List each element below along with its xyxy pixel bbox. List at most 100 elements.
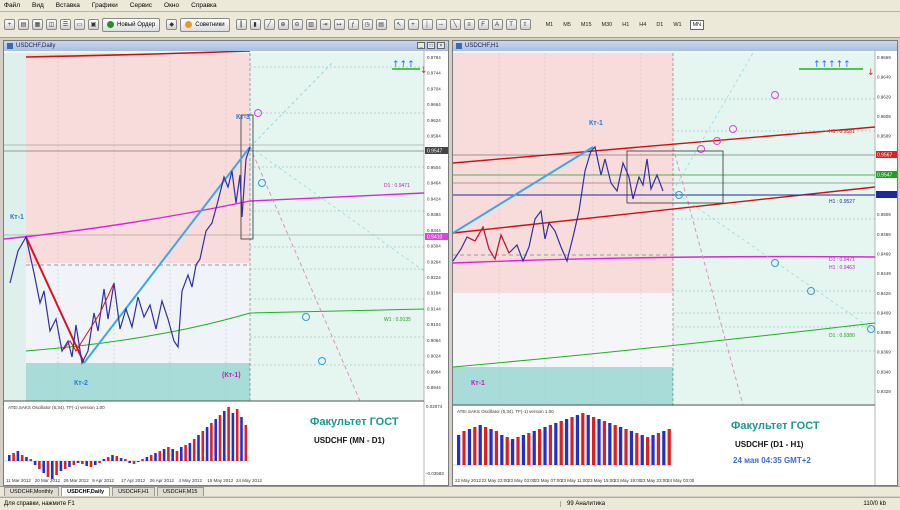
oscillator-bar: [613, 425, 617, 465]
oscillator-bar: [20, 455, 24, 461]
chart-window-h1[interactable]: USDCHF,H1 0.9669 0.9649 0.9629 0.9609 0.…: [452, 40, 898, 486]
price-tick-label: 0.9424: [427, 196, 441, 201]
price-tick-label: 0.9629: [877, 94, 891, 99]
close-icon[interactable]: ×: [437, 42, 445, 49]
tile-icon[interactable]: ▥: [305, 19, 317, 30]
new-chart-icon[interactable]: +: [4, 19, 15, 30]
timeframe-bar: M1 M5 M15 M30 H1 H4 D1 W1 MN: [544, 19, 711, 30]
minimize-icon[interactable]: _: [417, 42, 425, 49]
tab-3[interactable]: USDCHF,M15: [156, 487, 204, 496]
price-tick-label: 0.9449: [877, 271, 891, 276]
fibo-icon[interactable]: F: [477, 19, 489, 30]
maximize-icon[interactable]: □: [427, 42, 435, 49]
oscillator-bar: [516, 437, 520, 465]
profiles-icon[interactable]: ▦: [32, 19, 43, 30]
shift-icon[interactable]: ↦: [333, 19, 345, 30]
oscillator-bar: [111, 455, 114, 461]
label-icon[interactable]: T: [505, 19, 517, 30]
oscillator-title: ATEI.SAKS Oscillator (5,34). TF(-1) vers…: [457, 409, 554, 414]
menu-item-6[interactable]: Справка: [191, 2, 217, 9]
menu-item-5[interactable]: Окно: [164, 2, 179, 9]
market-watch-icon[interactable]: ◫: [46, 19, 57, 30]
chart-plot-daily[interactable]: 0.9784 0.9744 0.9704 0.9664 0.9624 0.9584 0.95…: [4, 51, 448, 485]
oscillator-bar: [559, 421, 563, 465]
periods-icon[interactable]: ◷: [361, 19, 373, 30]
text-icon[interactable]: A: [491, 19, 503, 30]
sell-arrow-icon: ↓: [867, 68, 875, 78]
oscillator-bar: [629, 431, 634, 465]
oscillator-bar: [68, 461, 71, 467]
price-tick-label: 0.9784: [427, 55, 441, 60]
folder-icon[interactable]: ▤: [18, 19, 29, 30]
kt1-bottom-label: Кт-1: [471, 380, 485, 387]
cursor-icon[interactable]: ↖: [393, 19, 405, 30]
timeframe-m30[interactable]: M30: [600, 21, 615, 29]
metaeditor-icon[interactable]: ◆: [166, 19, 178, 30]
templates-icon[interactable]: ▤: [375, 19, 387, 30]
new-order-button[interactable]: Новый Ордер: [102, 17, 161, 32]
price-tick-label: 0.9389: [877, 330, 891, 335]
tab-1[interactable]: USDCHF,Daily: [61, 487, 111, 496]
menu-item-4[interactable]: Сервис: [130, 2, 152, 9]
oscillator-bar: [511, 439, 515, 465]
timeframe-h1[interactable]: H1: [620, 21, 631, 29]
trendline-icon[interactable]: ╲: [449, 19, 461, 30]
price-tick-label: 0.9024: [427, 354, 441, 359]
status-help: Для справки, нажмите F1: [4, 501, 75, 507]
chart-subtitle: USDCHF (D1 - H1): [735, 440, 804, 449]
oscillator-bar: [667, 429, 671, 465]
oscillator-bar: [543, 427, 547, 465]
h1-mid-label: H1 : 0.9527: [829, 199, 855, 205]
h1-top-label: H1 : 0.9581: [829, 129, 855, 135]
chart-icon: [7, 43, 13, 49]
timeframe-d1[interactable]: D1: [654, 21, 665, 29]
oscillator-bar: [38, 461, 41, 469]
price-tick-label: 0.9184: [427, 291, 441, 296]
line-chart-icon[interactable]: ╱: [263, 19, 275, 30]
menu-item-0[interactable]: Файл: [4, 2, 20, 9]
channel-icon[interactable]: ≡: [463, 19, 475, 30]
terminal-icon[interactable]: ▭: [74, 19, 85, 30]
chart-plot-h1[interactable]: 0.96690.96490.96290.96090.95890.95690.95…: [453, 51, 897, 485]
price-tag-current-text: 0.9547: [427, 149, 443, 155]
oscillator-bar: [59, 461, 63, 471]
vertical-line-icon[interactable]: │: [421, 19, 433, 30]
zoom-out-icon[interactable]: ⊖: [291, 19, 303, 30]
candles-icon[interactable]: ▮: [249, 19, 261, 30]
advisors-button[interactable]: Советники: [180, 17, 230, 32]
oscillator-bar: [223, 411, 226, 461]
crosshair-icon[interactable]: +: [407, 19, 419, 30]
timeframe-m15[interactable]: M15: [579, 21, 594, 29]
price-tick-label: 0.9144: [427, 306, 441, 311]
price-tick-label: 0.9509: [877, 212, 891, 217]
tab-2[interactable]: USDCHF,H1: [112, 487, 155, 496]
kt1-top-label: Кт-1: [589, 120, 603, 127]
tester-icon[interactable]: ▣: [88, 19, 99, 30]
date-tick-label: 24 May 2012: [236, 478, 263, 483]
zoom-in-icon[interactable]: ⊕: [277, 19, 289, 30]
timeframe-w1[interactable]: W1: [671, 21, 683, 29]
oscillator-bar: [29, 459, 33, 461]
oscillator-bar: [597, 419, 601, 465]
bar-chart-icon[interactable]: ┃: [235, 19, 247, 30]
menu-item-2[interactable]: Вставка: [56, 2, 80, 9]
horizontal-line-icon[interactable]: ─: [435, 19, 447, 30]
price-tick-label: 0.9349: [877, 369, 891, 374]
date-axis: 11 Mar 2012 20 Mar 2012 29 Mar 2012 9 Apr 2…: [6, 478, 263, 483]
oscillator-bar: [527, 433, 531, 465]
chart-window-daily[interactable]: USDCHF,Daily _ □ × 0.9784 0.9744 0.9704 …: [3, 40, 449, 486]
status-profile[interactable]: 99 Аналитика: [560, 501, 611, 507]
navigator-icon[interactable]: ☰: [60, 19, 71, 30]
menu-item-1[interactable]: Вид: [32, 2, 44, 9]
timeframe-mn[interactable]: MN: [689, 19, 705, 30]
menu-item-3[interactable]: Графики: [92, 2, 118, 9]
autoscroll-icon[interactable]: ⇥: [319, 19, 331, 30]
tab-0[interactable]: USDCHF,Monthly: [4, 487, 60, 496]
timeframe-h4[interactable]: H4: [637, 21, 648, 29]
indicators-icon[interactable]: ƒ: [347, 19, 359, 30]
timeframe-m5[interactable]: M5: [561, 21, 573, 29]
price-tick-label: 0.9429: [877, 291, 891, 296]
arrows-icon[interactable]: ⇧: [519, 19, 531, 30]
timeframe-m1[interactable]: M1: [544, 21, 556, 29]
price-tick-label: 0.8984: [427, 369, 441, 374]
